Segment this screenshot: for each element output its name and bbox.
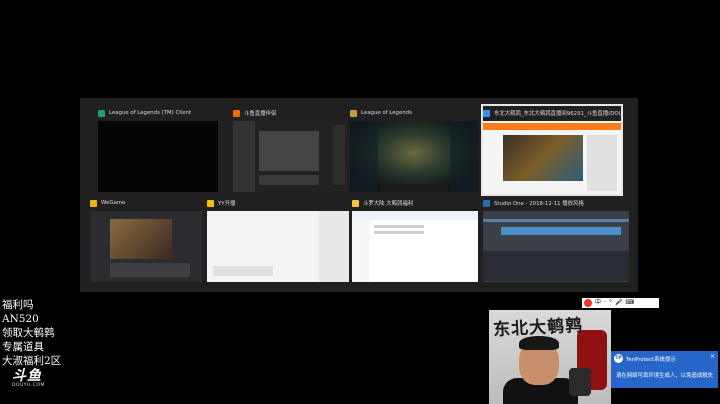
window-title: 斗鱼直播伴侣	[233, 106, 347, 120]
window-title: WeGame	[90, 196, 202, 210]
window-thumbnail-league[interactable]: League of Legends	[350, 106, 478, 192]
league-client-icon	[98, 109, 105, 117]
window-title: League of Legends (TM) Client	[98, 106, 218, 120]
window-preview	[483, 211, 629, 282]
overlay-line: 福利吗	[2, 299, 34, 311]
window-thumbnail-douyu-browser[interactable]: 东北大鹌鹑_东北大鹌鹑直播间96291_斗鱼直播(DOUYU...	[481, 104, 623, 196]
window-title: League of Legends	[350, 106, 478, 120]
tenprotect-icon: TP	[614, 354, 623, 363]
douyu-watermark: 斗鱼 DOUYU.COM	[12, 369, 50, 391]
douyu-companion-icon	[233, 109, 240, 117]
window-preview	[90, 211, 202, 282]
toast-app-name: TenProtect系统提示	[626, 356, 676, 363]
douyu-logo-mark: 斗鱼	[12, 368, 42, 384]
overlay-line: 大淑福利2区	[2, 355, 62, 367]
window-thumbnail-douyu-companion[interactable]: 斗鱼直播伴侣	[233, 106, 347, 192]
window-preview	[350, 121, 478, 192]
window-thumbnail-wegame[interactable]: WeGame	[90, 196, 202, 282]
keyboard-icon[interactable]: ⌨	[625, 299, 634, 307]
league-icon	[350, 109, 357, 117]
ime-toolbar[interactable]: 中 · ° 🎤 ⌨	[582, 298, 659, 308]
window-thumbnail-lol-client[interactable]: League of Legends (TM) Client	[98, 106, 218, 192]
toast-message: 请在网络可靠环境生成人，以免造成损失	[616, 373, 714, 379]
window-thumbnail-explorer[interactable]: 斗罗大陆 大鹌鹑福利	[352, 196, 478, 282]
yy-icon	[207, 199, 214, 207]
browser-icon	[483, 109, 490, 117]
window-preview	[207, 211, 349, 282]
folder-icon	[352, 199, 359, 207]
mic-icon[interactable]: 🎤	[615, 299, 622, 307]
overlay-line: 专属道具	[2, 341, 44, 353]
microphone	[569, 368, 591, 396]
window-preview	[352, 211, 478, 282]
tenprotect-notification[interactable]: TP TenProtect系统提示 × 请在网络可靠环境生成人，以免造成损失	[611, 351, 718, 388]
douyu-logo-sub: DOUYU.COM	[12, 383, 45, 388]
ime-halfwidth[interactable]: °	[609, 299, 612, 307]
window-title: Studio One - 2018-12-11 播放风格	[483, 196, 629, 210]
window-title: 东北大鹌鹑_东北大鹌鹑直播间96291_斗鱼直播(DOUYU...	[483, 106, 621, 120]
ime-punct[interactable]: ·	[604, 299, 606, 307]
window-preview	[98, 121, 218, 192]
webcam-feed: 东北大鹌鹑	[489, 310, 611, 404]
wegame-icon	[90, 199, 97, 207]
window-thumbnail-studio-one[interactable]: Studio One - 2018-12-11 播放风格	[483, 196, 629, 282]
studio-one-icon	[483, 199, 490, 207]
sogou-ime-icon[interactable]	[584, 299, 592, 307]
close-icon[interactable]: ×	[710, 353, 715, 360]
toast-header: TP TenProtect系统提示	[614, 354, 676, 363]
task-switcher: League of Legends (TM) Client 斗鱼直播伴侣 Lea…	[80, 98, 638, 292]
stream-overlay-text: 福利吗 AN520 领取大鹌鹑 专属道具 大淑福利2区	[2, 298, 61, 368]
window-title: YY开播	[207, 196, 349, 210]
streamer-hair	[519, 336, 559, 350]
ime-mode[interactable]: 中	[595, 299, 601, 307]
window-preview	[233, 121, 347, 192]
overlay-line: 领取大鹌鹑	[2, 327, 55, 339]
window-title: 斗罗大陆 大鹌鹑福利	[352, 196, 478, 210]
window-thumbnail-yy[interactable]: YY开播	[207, 196, 349, 282]
overlay-line: AN520	[2, 313, 39, 325]
window-preview	[483, 121, 621, 194]
